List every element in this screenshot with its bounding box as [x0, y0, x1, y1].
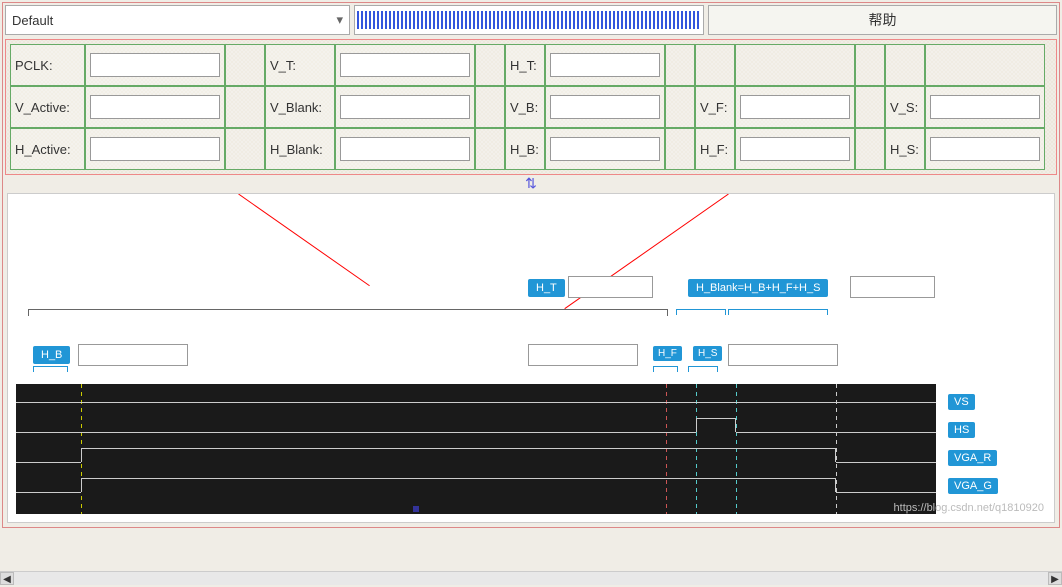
- hb-tag: H_B: [33, 346, 70, 364]
- main-window: Default 帮助 PCLK: V_T: H_T: V_Active:: [2, 2, 1060, 528]
- ht-tag: H_T: [528, 279, 565, 297]
- hs-pulse: [696, 418, 736, 432]
- hblank-input[interactable]: [340, 137, 470, 161]
- hf-input[interactable]: [740, 137, 850, 161]
- hactive-value-box[interactable]: [528, 344, 638, 366]
- ht-label: H_T:: [505, 44, 545, 86]
- hs-signal-low2: [736, 432, 936, 433]
- hs-signal-label: HS: [948, 422, 975, 438]
- vactive-input[interactable]: [90, 95, 220, 119]
- hf-tag: H_F: [653, 346, 682, 361]
- hs-label: H_S:: [885, 128, 925, 170]
- vblank-label: V_Blank:: [265, 86, 335, 128]
- hs-tag: H_S: [693, 346, 722, 361]
- vt-input[interactable]: [340, 53, 470, 77]
- vga-r-low2: [836, 462, 936, 463]
- vf-label: V_F:: [695, 86, 735, 128]
- hactive-label: H_Active:: [10, 128, 85, 170]
- ht-brace: [28, 309, 668, 317]
- hactive-input[interactable]: [90, 137, 220, 161]
- form-panel: PCLK: V_T: H_T: V_Active: V_Blank: V_B:: [5, 39, 1057, 175]
- preset-dropdown[interactable]: Default: [5, 5, 350, 35]
- hf-brace: [653, 366, 678, 371]
- ht-input[interactable]: [550, 53, 660, 77]
- hb-value-box[interactable]: [78, 344, 188, 366]
- scroll-left-arrow[interactable]: ◀: [0, 572, 14, 585]
- hblank-eq-tag: H_Blank=H_B+H_F+H_S: [688, 279, 828, 297]
- vt-label: V_T:: [265, 44, 335, 86]
- progress-fill: [357, 11, 701, 29]
- vga-r-high: [81, 448, 836, 462]
- vga-g-low2: [836, 492, 936, 493]
- hs-value-box[interactable]: [728, 344, 838, 366]
- hblank-label: H_Blank:: [265, 128, 335, 170]
- help-button[interactable]: 帮助: [708, 5, 1057, 35]
- vga-r-label: VGA_R: [948, 450, 997, 466]
- hb-input[interactable]: [550, 137, 660, 161]
- scroll-right-arrow[interactable]: ▶: [1048, 572, 1062, 585]
- vb-input[interactable]: [550, 95, 660, 119]
- hblank-brace2: [728, 309, 828, 314]
- cursor-white[interactable]: [836, 384, 837, 514]
- hb-brace: [33, 366, 68, 371]
- vf-input[interactable]: [740, 95, 850, 119]
- vs-signal-label: VS: [948, 394, 975, 410]
- vblank-input[interactable]: [340, 95, 470, 119]
- vactive-label: V_Active:: [10, 86, 85, 128]
- toolbar: Default 帮助: [5, 5, 1057, 35]
- vs-input[interactable]: [930, 95, 1040, 119]
- horizontal-scrollbar[interactable]: ◀ ▶: [0, 571, 1062, 585]
- zoom-line-left: [238, 194, 370, 287]
- hb-label: H_B:: [505, 128, 545, 170]
- hs-input[interactable]: [930, 137, 1040, 161]
- waveform-area: [16, 384, 936, 514]
- diagram-panel: H_T H_Blank=H_B+H_F+H_S H_B H_F H_S: [7, 193, 1055, 523]
- vga-r-low: [16, 462, 81, 463]
- vs-label: V_S:: [885, 86, 925, 128]
- vb-label: V_B:: [505, 86, 545, 128]
- watermark: https://blog.csdn.net/q1810920: [894, 502, 1044, 514]
- resize-handle-bottom[interactable]: [413, 506, 419, 512]
- vga-g-high: [81, 478, 836, 492]
- vga-g-low: [16, 492, 81, 493]
- progress-bar: [354, 5, 704, 35]
- vs-signal: [16, 402, 936, 403]
- pclk-input[interactable]: [90, 53, 220, 77]
- vga-g-label: VGA_G: [948, 478, 998, 494]
- hblank-brace1: [676, 309, 726, 314]
- hf-label: H_F:: [695, 128, 735, 170]
- hblank-value-box[interactable]: [850, 276, 935, 298]
- hs-signal-low1: [16, 432, 696, 433]
- ht-value-box[interactable]: [568, 276, 653, 298]
- dropdown-value: Default: [12, 13, 53, 28]
- pclk-label: PCLK:: [10, 44, 85, 86]
- splitter-handle[interactable]: ⇅: [5, 175, 1057, 191]
- hs-brace: [688, 366, 718, 371]
